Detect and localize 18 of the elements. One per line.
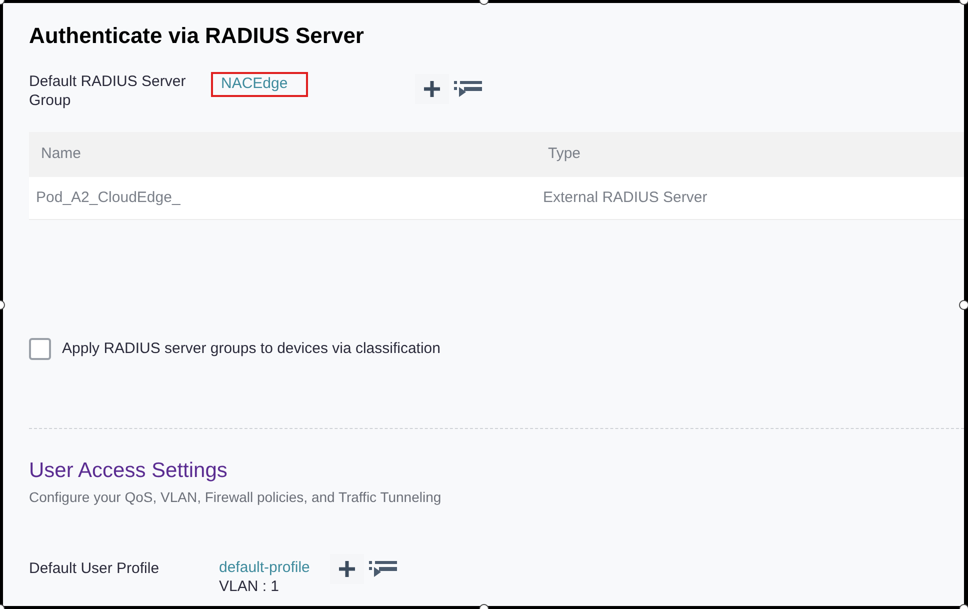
plus-icon (338, 560, 356, 578)
table-cell-text: Pod_A2_CloudEdge_ (35, 188, 182, 208)
checkbox[interactable] (29, 338, 51, 360)
list-icon (454, 80, 482, 98)
section-heading: User Access Settings (29, 458, 228, 484)
list-icon (368, 560, 397, 578)
section-title: Authenticate via RADIUS Server (29, 22, 365, 50)
server-group-link[interactable]: NACEdge (211, 72, 308, 97)
column-header: Name (40, 144, 82, 164)
field-label: Default User Profile (29, 558, 160, 578)
section-description: Configure your QoS, VLAN, Firewall policies, and Traffic Tunneling (29, 488, 442, 507)
checkbox-label: Apply RADIUS server groups to devices via classification (62, 339, 440, 359)
profile-link[interactable]: default-profile (219, 558, 310, 576)
column-header: Type (548, 144, 581, 164)
field-label: Default RADIUS Server Group (29, 72, 187, 110)
table-cell-text: External RADIUS Server (543, 188, 708, 208)
vlan-text: VLAN : 1 (219, 576, 280, 596)
plus-icon (423, 80, 441, 98)
